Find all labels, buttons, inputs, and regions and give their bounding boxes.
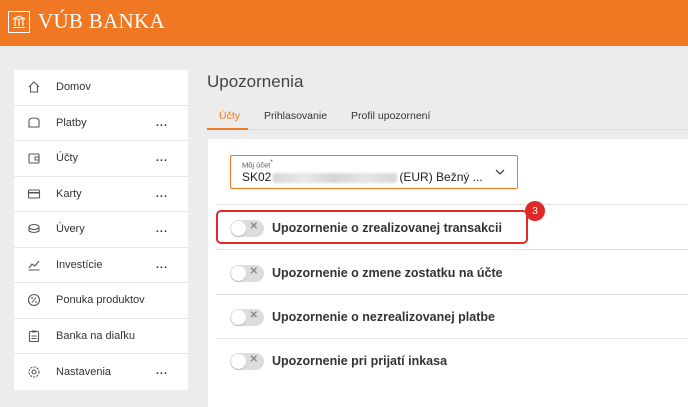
highlight-box xyxy=(216,210,528,244)
sidebar-item-investicie[interactable]: Investície ... xyxy=(14,248,188,283)
sidebar-item-ucty[interactable]: Účty ... xyxy=(14,141,188,177)
more-icon[interactable]: ... xyxy=(156,365,168,377)
sidebar-item-label: Banka na diaľku xyxy=(56,329,136,342)
sidebar-item-domov[interactable]: Domov xyxy=(14,70,188,106)
more-icon[interactable]: ... xyxy=(156,259,168,271)
top-header: VÚB BANKA xyxy=(0,0,688,46)
account-icon xyxy=(26,150,42,166)
tab-profil-upozorneni[interactable]: Profil upozornení xyxy=(351,103,430,130)
sidebar-item-label: Domov xyxy=(56,81,91,94)
bank-building-icon xyxy=(8,10,30,33)
notification-label: Upozornenie pri prijatí inkasa xyxy=(272,354,448,368)
toggle-switch[interactable]: ✕ xyxy=(230,308,264,326)
sidebar-item-platby[interactable]: Platby ... xyxy=(14,106,188,141)
notification-label: Upozornenie o zmene zostatku na účte xyxy=(272,266,503,280)
divider xyxy=(216,294,688,295)
sidebar-item-label: Investície xyxy=(56,258,103,271)
notification-row: ✕ Upozornenie o zmene zostatku na účte xyxy=(230,263,503,283)
chart-line-icon xyxy=(26,257,42,273)
brand-name: VÚB BANKA xyxy=(38,9,165,33)
close-icon: ✕ xyxy=(249,353,258,365)
more-icon[interactable]: ... xyxy=(156,152,168,164)
loan-icon xyxy=(26,221,42,237)
tab-prihlasovanie[interactable]: Prihlasovanie xyxy=(264,103,327,130)
gear-icon xyxy=(26,364,42,380)
sidebar-item-ponuka-produktov[interactable]: Ponuka produktov xyxy=(14,283,188,319)
vub-logo[interactable]: VÚB BANKA xyxy=(8,9,165,34)
sidebar-item-banka-na-dialku[interactable]: Banka na diaľku xyxy=(14,319,188,354)
sidebar-item-nastavenia[interactable]: Nastavenia ... xyxy=(14,354,188,390)
percent-icon xyxy=(26,292,42,308)
more-icon[interactable]: ... xyxy=(156,223,168,235)
divider xyxy=(216,249,688,250)
chevron-down-icon xyxy=(495,169,505,175)
notification-label: Upozornenie o nezrealizovanej platbe xyxy=(272,310,495,324)
tab-bar: Účty Prihlasovanie Profil upozornení xyxy=(207,103,688,130)
sidebar-item-label: Ponuka produktov xyxy=(56,294,145,307)
more-icon[interactable]: ... xyxy=(156,117,168,129)
toggle-switch[interactable]: ✕ xyxy=(230,352,264,370)
tab-ucty[interactable]: Účty xyxy=(207,103,248,130)
sidebar: Domov Platby ... Účty ... Karty ... Úver… xyxy=(14,70,188,390)
account-select-label: Môj účet* xyxy=(242,159,273,170)
card-icon xyxy=(26,186,42,202)
sidebar-item-label: Platby xyxy=(56,116,87,129)
sidebar-item-label: Karty xyxy=(56,187,82,200)
toggle-knob xyxy=(231,309,246,325)
home-icon xyxy=(26,79,42,95)
notifications-panel: Môj účet* SK02 (EUR) Bežný ... ✕ Upozorne… xyxy=(208,139,688,407)
toggle-knob xyxy=(231,265,246,281)
step-badge: 3 xyxy=(525,201,545,221)
masked-account-number xyxy=(273,172,398,183)
notification-row: ✕ Upozornenie pri prijatí inkasa xyxy=(230,351,447,371)
divider xyxy=(216,338,688,339)
sidebar-item-label: Účty xyxy=(56,152,78,165)
close-icon: ✕ xyxy=(249,309,258,321)
sidebar-item-karty[interactable]: Karty ... xyxy=(14,177,188,212)
sidebar-item-uvery[interactable]: Úvery ... xyxy=(14,212,188,248)
close-icon: ✕ xyxy=(249,265,258,277)
account-select-value: SK02 (EUR) Bežný ... xyxy=(242,170,483,184)
divider xyxy=(216,204,688,205)
sidebar-item-label: Nastavenia xyxy=(56,365,112,378)
clipboard-icon xyxy=(26,328,42,344)
toggle-knob xyxy=(231,353,246,369)
more-icon[interactable]: ... xyxy=(156,188,168,200)
account-select[interactable]: Môj účet* SK02 (EUR) Bežný ... xyxy=(230,155,518,189)
sidebar-item-label: Úvery xyxy=(56,223,85,236)
toggle-switch[interactable]: ✕ xyxy=(230,264,264,282)
page-title: Upozornenia xyxy=(207,72,304,91)
notification-row: ✕ Upozornenie o nezrealizovanej platbe xyxy=(230,307,495,327)
wallet-icon xyxy=(26,115,42,131)
